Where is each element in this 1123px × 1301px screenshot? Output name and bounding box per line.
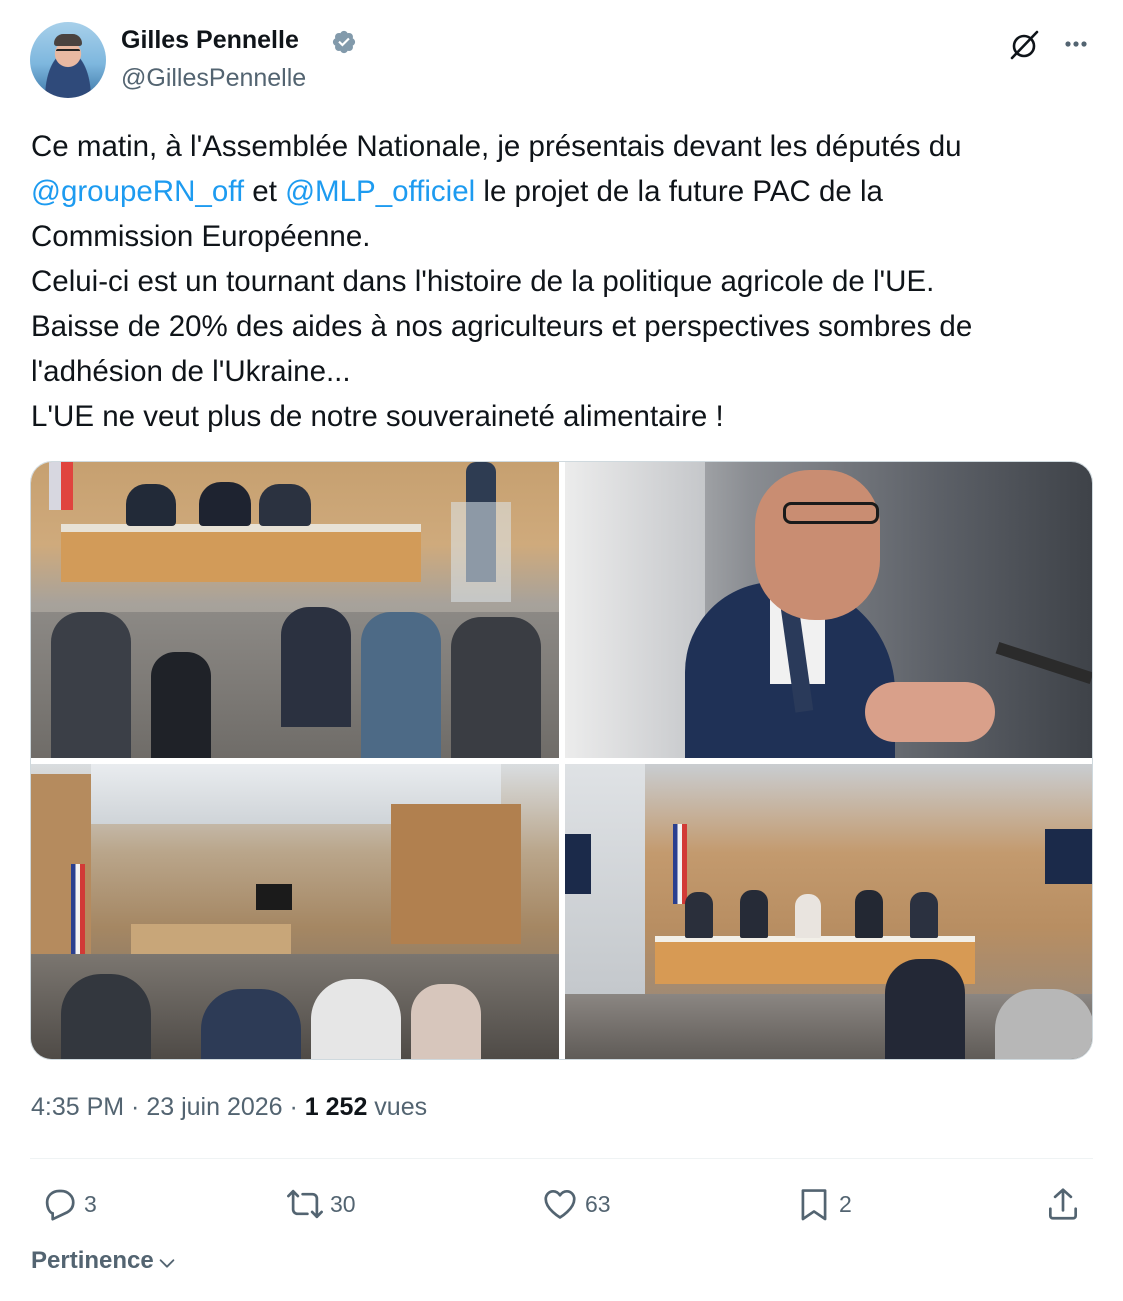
meta-separator: ·: [124, 1093, 147, 1121]
photo-2[interactable]: [565, 462, 1092, 758]
views-label: vues: [367, 1093, 428, 1121]
tweet-meta: 4:35 PM · 23 juin 2026 · 1 252 vues: [31, 1093, 427, 1122]
reply-count: 3: [84, 1190, 97, 1217]
repost-icon: [287, 1189, 323, 1219]
tweet-line: Baisse de 20% des aides à nos agriculteu…: [31, 310, 973, 343]
share-icon: [1048, 1188, 1078, 1220]
tweet-text-rest: le projet de la future PAC de la: [475, 175, 883, 208]
author-name[interactable]: Gilles Pennelle: [121, 26, 299, 55]
photo-1[interactable]: [31, 462, 559, 758]
reply-icon: [45, 1189, 75, 1221]
like-button[interactable]: 63: [541, 1182, 611, 1226]
tweet-text: Ce matin, à l'Assemblée Nationale, je pr…: [31, 124, 1093, 439]
sort-label: Pertinence: [31, 1247, 154, 1274]
verified-badge-icon: [332, 30, 356, 54]
avatar-glasses: [56, 49, 80, 55]
tweet-text-joiner: et: [244, 175, 286, 208]
tweet-line: @groupeRN_off et @MLP_officiel le projet…: [31, 169, 1093, 214]
more-icon[interactable]: [1060, 28, 1092, 60]
repost-button[interactable]: 30: [286, 1182, 356, 1226]
share-button[interactable]: [1044, 1182, 1082, 1226]
tweet-date[interactable]: 23 juin 2026: [146, 1093, 282, 1121]
tweet-line: L'UE ne veut plus de notre souveraineté …: [31, 400, 724, 433]
photo-4[interactable]: [565, 764, 1092, 1059]
reply-button[interactable]: 3: [40, 1182, 97, 1226]
repost-count: 30: [330, 1190, 356, 1217]
tweet-line: Celui-ci est un tournant dans l'histoire…: [31, 265, 935, 298]
avatar-hair: [54, 34, 82, 46]
chevron-down-icon: [159, 1259, 175, 1268]
mention-mlp[interactable]: @MLP_officiel: [285, 175, 475, 208]
tweet-time[interactable]: 4:35 PM: [31, 1093, 124, 1121]
like-count: 63: [585, 1190, 611, 1217]
mention-grouperN[interactable]: @groupeRN_off: [31, 175, 244, 208]
bookmark-icon: [801, 1189, 827, 1221]
photo-3[interactable]: [31, 764, 559, 1059]
divider: [30, 1158, 1093, 1159]
grok-icon[interactable]: [1008, 28, 1042, 62]
author-handle[interactable]: @GillesPennelle: [121, 64, 306, 93]
sort-dropdown[interactable]: Pertinence: [31, 1247, 178, 1275]
bookmark-count: 2: [839, 1190, 852, 1217]
meta-separator: ·: [282, 1093, 305, 1121]
tweet-line: Commission Européenne.: [31, 220, 371, 253]
tweet-line: l'adhésion de l'Ukraine...: [31, 355, 351, 388]
tweet-header: Gilles Pennelle @GillesPennelle: [30, 22, 1095, 102]
bookmark-button[interactable]: 2: [795, 1182, 852, 1226]
media-grid: [30, 461, 1093, 1060]
like-icon: [544, 1189, 576, 1219]
avatar[interactable]: [30, 22, 106, 98]
views-count: 1 252: [304, 1093, 368, 1121]
tweet-line: Ce matin, à l'Assemblée Nationale, je pr…: [31, 130, 962, 163]
